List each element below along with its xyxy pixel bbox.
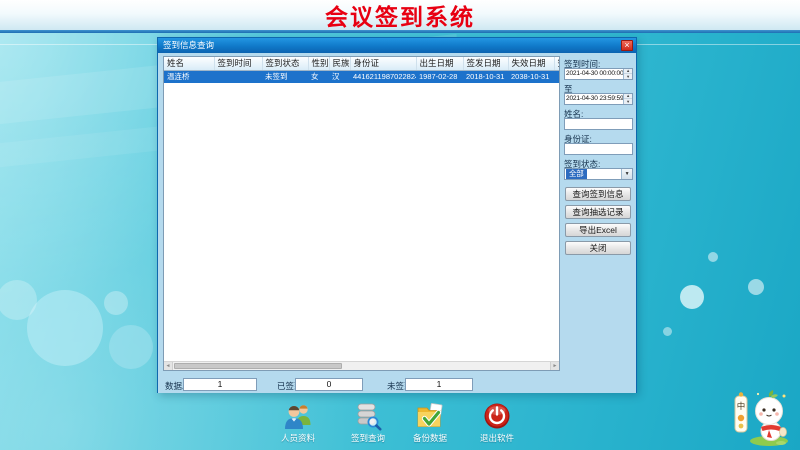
database-search-icon [353,401,383,431]
signed-count-value: 0 [295,378,363,391]
column-header[interactable]: 失效日期 [508,57,554,70]
column-header[interactable]: 身份证 [350,57,416,70]
query-draw-records-button[interactable]: 查询抽选记录 [565,205,631,219]
scroll-left-icon[interactable]: ◄ [164,362,173,370]
name-input[interactable] [564,118,633,130]
window-title: 签到信息查询 [163,40,214,50]
bubble-decoration [680,285,704,309]
header-divider [0,30,800,33]
query-window: 签到信息查询 × 姓名 签到时间 签到状态 性别 民族 身份证 出生日期 [157,37,637,393]
chevron-down-icon[interactable]: ▼ [621,168,632,180]
toolbar-item-backup[interactable]: 备份数据 [398,401,462,447]
spin-down-icon[interactable]: ▼ [624,74,632,80]
bubble-decoration [104,291,128,315]
total-count-value: 1 [183,378,257,391]
toolbar-item-personnel[interactable]: 人员资料 [266,401,330,447]
table-hscrollbar[interactable]: ◄ ► [164,361,559,370]
column-header[interactable]: 签到时间 [214,57,262,70]
close-icon[interactable]: × [621,40,633,51]
query-signin-info-button[interactable]: 查询签到信息 [565,187,631,201]
backup-data-icon [415,401,445,431]
toolbar-item-exit[interactable]: 退出软件 [465,401,529,447]
users-icon [283,401,313,431]
window-body: 姓名 签到时间 签到状态 性别 民族 身份证 出生日期 签发日期 失效日期 签发… [158,53,636,393]
stats-bar: 数据总数: 1 已签到: 0 未签到: 1 [158,376,636,393]
bubble-decoration [109,325,153,369]
table-header-row: 姓名 签到时间 签到状态 性别 民族 身份证 出生日期 签发日期 失效日期 签发… [164,57,560,70]
bubble-decoration [748,279,764,295]
column-header[interactable]: 签到状态 [262,57,308,70]
mascot[interactable]: 中 [731,382,795,448]
bubble-decoration [663,327,672,336]
filter-panel: 签到时间: 2021-04-30 00:00:00 ▲ ▼ 至 2021-04-… [563,54,634,370]
bubble-decoration [708,252,718,262]
spin-down-icon[interactable]: ▼ [624,99,632,105]
column-header[interactable]: 性别 [308,57,329,70]
column-header[interactable]: 签发日期 [463,57,508,70]
table-cell: 未签到 [262,70,308,83]
signin-table: 姓名 签到时间 签到状态 性别 民族 身份证 出生日期 签发日期 失效日期 签发… [163,56,560,371]
table-row[interactable]: 温连桥 未签到 女 汉 441621198702282481 1987-02-2… [164,70,560,83]
column-header[interactable]: 签发机关 [554,57,560,70]
close-window-button[interactable]: 关闭 [565,241,631,255]
table-cell [554,70,560,83]
table-cell: 女 [308,70,329,83]
time-to-spinner[interactable]: 2021-04-30 23:59:59 ▲ ▼ [564,93,633,105]
screen: 会议签到系统 签到信息查询 × 姓名 [0,0,800,450]
time-from-spinner[interactable]: 2021-04-30 00:00:00 ▲ ▼ [564,68,633,80]
toolbar-item-label: 退出软件 [465,432,529,444]
hscroll-thumb[interactable] [174,363,342,369]
toolbar-item-label: 签到查询 [336,432,400,444]
toolbar-item-signin-query[interactable]: 签到查询 [336,401,400,447]
table-cell: 1987-02-28 [416,70,463,83]
status-selected-value: 全部 [566,169,587,179]
id-input[interactable] [564,143,633,155]
page-title: 会议签到系统 [325,0,475,32]
column-header[interactable]: 民族 [329,57,350,70]
status-dropdown[interactable]: 全部 ▼ [564,168,633,180]
table-cell: 汉 [329,70,350,83]
table-cell: 2038-10-31 [508,70,554,83]
time-to-value: 2021-04-30 23:59:59 [566,95,623,102]
spinner-arrows: ▲ ▼ [623,93,632,105]
spinner-arrows: ▲ ▼ [623,68,632,80]
toolbar-item-label: 备份数据 [398,432,462,444]
table-cell: 2018-10-31 [463,70,508,83]
scroll-right-icon[interactable]: ► [550,362,559,370]
toolbar-item-label: 人员资料 [266,432,330,444]
table-cell [214,70,262,83]
column-header[interactable]: 姓名 [164,57,214,70]
app-header: 会议签到系统 [0,0,800,30]
mascot-banner-text: 中 [737,401,746,411]
mascot-icon: 中 [731,382,795,448]
bubble-decoration [27,290,103,366]
unsigned-count-value: 1 [405,378,473,391]
export-excel-button[interactable]: 导出Excel [565,223,631,237]
power-icon [482,401,512,431]
column-header[interactable]: 出生日期 [416,57,463,70]
time-from-value: 2021-04-30 00:00:00 [566,70,623,77]
table-cell: 温连桥 [164,70,214,83]
table-cell: 441621198702282481 [350,70,416,83]
window-titlebar[interactable]: 签到信息查询 × [158,38,636,53]
